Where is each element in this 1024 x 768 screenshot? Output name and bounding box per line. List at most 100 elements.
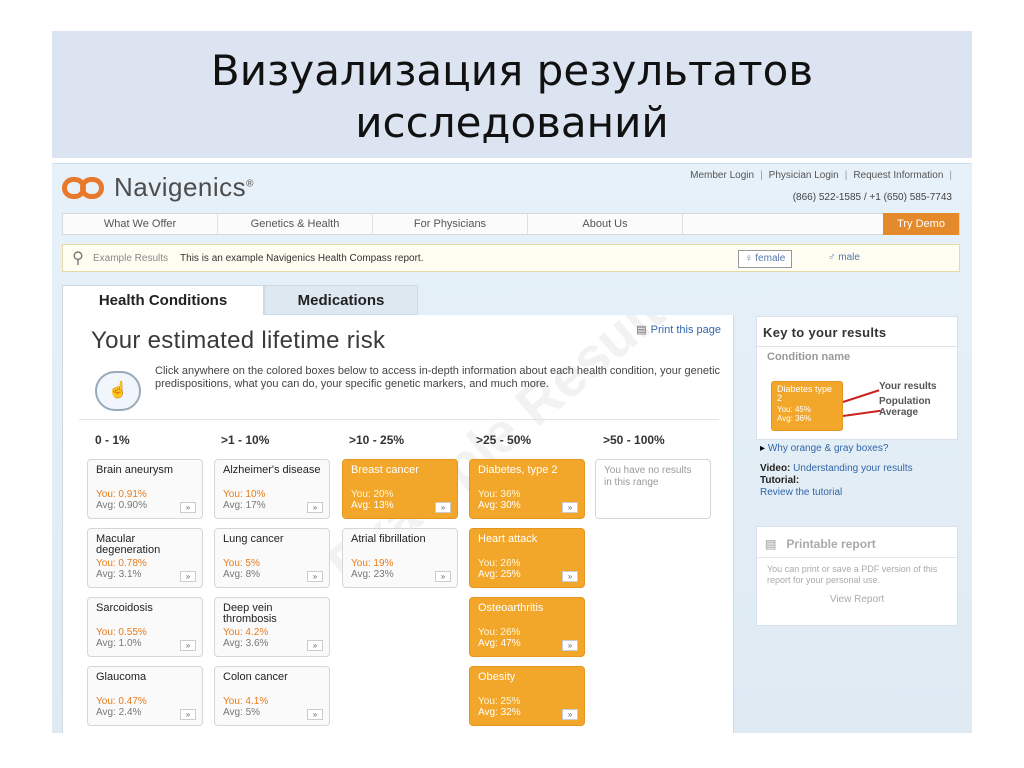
condition-card[interactable]: Macular degeneration You: 0.78% Avg: 3.1…: [87, 528, 203, 588]
request-information-link[interactable]: Request Information: [853, 170, 943, 181]
your-risk: You: 4.1%: [223, 696, 269, 707]
details-arrow-icon[interactable]: »: [435, 571, 451, 582]
nav-genetics-health[interactable]: Genetics & Health: [218, 214, 373, 234]
condition-card[interactable]: Breast cancer You: 20% Avg: 13% »: [342, 459, 458, 519]
try-demo-button[interactable]: Try Demo: [883, 213, 959, 235]
your-risk: You: 26%: [478, 627, 521, 638]
details-arrow-icon[interactable]: »: [435, 502, 451, 513]
details-arrow-icon[interactable]: »: [307, 502, 323, 513]
range-1-10: >1 - 10%: [221, 433, 270, 447]
range-10-25: >10 - 25%: [349, 433, 405, 447]
nav-for-physicians[interactable]: For Physicians: [373, 214, 528, 234]
your-risk: You: 20%: [351, 489, 394, 500]
details-arrow-icon[interactable]: »: [180, 709, 196, 720]
member-login-link[interactable]: Member Login: [690, 170, 754, 181]
main-nav: What We Offer Genetics & Health For Phys…: [62, 213, 960, 235]
nav-what-we-offer[interactable]: What We Offer: [63, 214, 218, 234]
female-toggle[interactable]: ♀ female: [738, 250, 793, 268]
slide-title-line2: исследований: [355, 98, 669, 147]
printer-icon: ▤: [765, 537, 777, 551]
tutorial-link[interactable]: Review the tutorial: [760, 487, 842, 498]
tab-health-conditions[interactable]: Health Conditions: [62, 285, 264, 315]
key-panel: Key to your results Condition name Diabe…: [756, 316, 958, 440]
physician-login-link[interactable]: Physician Login: [769, 170, 839, 181]
condition-name: Macular degeneration: [96, 533, 161, 556]
condition-card[interactable]: Deep vein thrombosis You: 4.2% Avg: 3.6%…: [214, 597, 330, 657]
details-arrow-icon[interactable]: »: [180, 571, 196, 582]
video-label: Video:: [760, 463, 791, 474]
key-condition-name: Condition name: [767, 351, 851, 363]
view-report-button[interactable]: View Report: [757, 592, 957, 605]
phone-number: (866) 522-1585 / +1 (650) 585-7743: [792, 192, 952, 203]
printable-text: You can print or save a PDF version of t…: [767, 564, 938, 585]
example-text: This is an example Navigenics Health Com…: [180, 252, 424, 264]
female-label: female: [755, 253, 786, 264]
condition-card[interactable]: Diabetes, type 2 You: 36% Avg: 30% »: [469, 459, 585, 519]
population-average-label: Population Average: [879, 396, 931, 418]
key-example-box: Diabetes type 2 You: 45% Avg: 36%: [771, 381, 843, 431]
condition-name: Atrial fibrillation: [351, 533, 426, 545]
divider: [79, 419, 719, 420]
video-link[interactable]: Understanding your results: [793, 463, 913, 474]
condition-name: Obesity: [478, 671, 516, 683]
key-links: ▸ Why orange & gray boxes? Video: Unders…: [760, 443, 958, 499]
condition-card[interactable]: Lung cancer You: 5% Avg: 8% »: [214, 528, 330, 588]
logo[interactable]: Navigenics®: [62, 172, 254, 203]
tutorial-label: Tutorial:: [760, 475, 800, 486]
details-arrow-icon[interactable]: »: [562, 571, 578, 582]
details-arrow-icon[interactable]: »: [562, 640, 578, 651]
why-orange-gray-link[interactable]: Why orange & gray boxes?: [768, 443, 889, 454]
details-arrow-icon[interactable]: »: [562, 502, 578, 513]
condition-name: Lung cancer: [223, 533, 284, 545]
male-toggle[interactable]: ♂ male: [828, 250, 860, 268]
details-arrow-icon[interactable]: »: [307, 571, 323, 582]
your-risk: You: 0.55%: [96, 627, 147, 638]
condition-card[interactable]: Sarcoidosis You: 0.55% Avg: 1.0% »: [87, 597, 203, 657]
condition-card[interactable]: Brain aneurysm You: 0.91% Avg: 0.90% »: [87, 459, 203, 519]
your-risk: You: 36%: [478, 489, 521, 500]
details-arrow-icon[interactable]: »: [180, 502, 196, 513]
separator: |: [760, 170, 763, 181]
details-arrow-icon[interactable]: »: [180, 640, 196, 651]
condition-name: Glaucoma: [96, 671, 147, 683]
your-risk: You: 19%: [351, 558, 394, 569]
logo-mark-icon: [62, 175, 106, 201]
details-arrow-icon[interactable]: »: [307, 640, 323, 651]
condition-card[interactable]: Heart attack You: 26% Avg: 25% »: [469, 528, 585, 588]
condition-name: Breast cancer: [351, 464, 419, 476]
chevron-right-icon: ▸: [760, 443, 768, 454]
details-arrow-icon[interactable]: »: [562, 709, 578, 720]
logo-text: Navigenics: [114, 172, 247, 202]
presenter-icon: ⚲: [72, 250, 84, 267]
condition-name: Colon cancer: [223, 671, 288, 683]
your-results-label: Your results: [879, 381, 937, 392]
condition-name: Osteoarthritis: [478, 602, 544, 614]
key-title: Key to your results: [757, 317, 957, 347]
tab-medications[interactable]: Medications: [264, 285, 418, 315]
results-panel: Example Results Your estimated lifetime …: [62, 315, 734, 733]
page-title: Your estimated lifetime risk: [91, 327, 386, 354]
slide-title-line1: Визуализация результатов: [210, 46, 814, 95]
print-page-label: Print this page: [650, 324, 721, 336]
key-arrow-icon: [842, 389, 880, 403]
key-box-avg: Avg: 36%: [777, 414, 812, 423]
condition-card[interactable]: Alzheimer's disease You: 10% Avg: 17% »: [214, 459, 330, 519]
condition-name: Deep vein thrombosis: [223, 602, 277, 625]
print-page-link[interactable]: ▤ Print this page: [636, 323, 721, 336]
your-risk: You: 25%: [478, 696, 521, 707]
key-box-name: Diabetes type 2: [777, 384, 833, 403]
navigenics-page: Navigenics® Member Login | Physician Log…: [52, 164, 972, 733]
range-25-50: >25 - 50%: [476, 433, 532, 447]
click-hand-icon: ☝: [95, 371, 141, 411]
condition-name: Alzheimer's disease: [223, 464, 321, 476]
condition-card[interactable]: Osteoarthritis You: 26% Avg: 47% »: [469, 597, 585, 657]
condition-card[interactable]: Obesity You: 25% Avg: 32% »: [469, 666, 585, 726]
condition-card[interactable]: Glaucoma You: 0.47% Avg: 2.4% »: [87, 666, 203, 726]
details-arrow-icon[interactable]: »: [307, 709, 323, 720]
condition-name: Heart attack: [478, 533, 538, 545]
condition-card[interactable]: Colon cancer You: 4.1% Avg: 5% »: [214, 666, 330, 726]
printable-report-panel: ▤ Printable report You can print or save …: [756, 526, 958, 626]
condition-card[interactable]: Atrial fibrillation You: 19% Avg: 23% »: [342, 528, 458, 588]
nav-about-us[interactable]: About Us: [528, 214, 683, 234]
range-50-100: >50 - 100%: [603, 433, 665, 447]
